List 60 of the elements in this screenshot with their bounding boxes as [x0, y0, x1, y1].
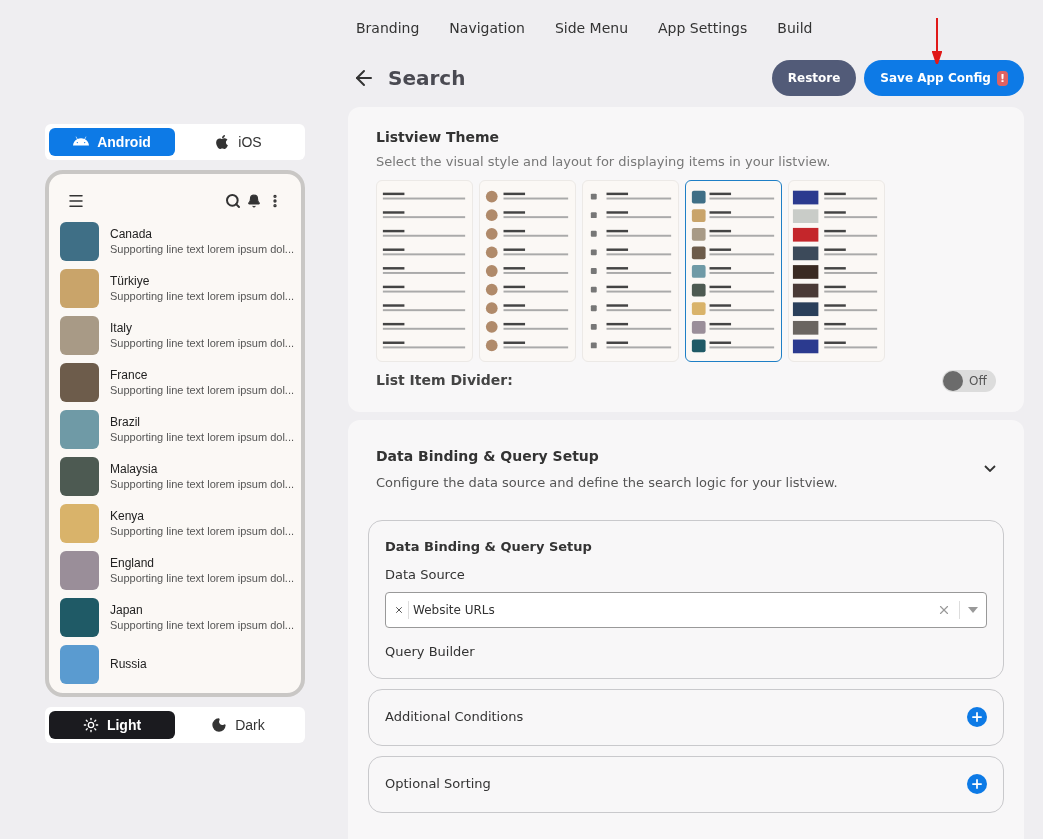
item-title: Brazil — [110, 415, 141, 430]
warning-badge: ! — [996, 70, 1008, 86]
section-title: Listview Theme — [376, 128, 501, 147]
panel-title: Data Binding & Query Setup — [385, 538, 593, 556]
item-title: England — [110, 556, 156, 571]
item-subtitle: Supporting line text lorem ipsum dol... — [110, 571, 295, 585]
toggle-tab[interactable]: Android — [49, 128, 175, 156]
collapsible-section[interactable]: Additional Conditions — [368, 688, 1004, 746]
selected-chip[interactable]: Website URLs — [394, 601, 495, 619]
item-subtitle: Supporting line text lorem ipsum dol... — [110, 289, 295, 303]
nav-tab[interactable]: Side Menu — [554, 18, 629, 52]
list-style-thumbnail[interactable] — [685, 179, 782, 362]
menu-icon[interactable] — [67, 192, 85, 210]
item-title: Japan — [110, 603, 144, 618]
toggle-tab[interactable]: iOS — [175, 128, 301, 156]
collapsible-section[interactable]: Optional Sorting — [368, 755, 1004, 813]
nav-tab[interactable]: Build — [777, 18, 813, 52]
item-title: Kenya — [110, 509, 146, 524]
item-title: Italy — [110, 321, 133, 336]
toggle-tab[interactable]: Dark — [175, 711, 301, 739]
item-subtitle: Supporting line text lorem ipsum dol... — [110, 242, 295, 256]
item-subtitle: Supporting line text lorem ipsum dol... — [110, 383, 295, 397]
item-subtitle: Supporting line text lorem ipsum dol... — [110, 336, 295, 350]
apple-icon — [214, 134, 231, 150]
collapse-toggle[interactable] — [984, 465, 996, 473]
field-label: Query Builder — [385, 643, 476, 661]
page-title: Search — [388, 65, 466, 92]
section-title: Data Binding & Query Setup — [376, 446, 600, 466]
nav-tab[interactable]: Navigation — [449, 18, 525, 52]
chevron-down-icon — [984, 465, 996, 473]
nav-tab[interactable]: Branding — [356, 18, 420, 52]
item-title: Russia — [110, 657, 147, 672]
section-description: Configure the data source and define the search logic for your listview. — [376, 473, 838, 492]
item-title: France — [110, 368, 149, 383]
data-source-select[interactable]: Website URLs — [385, 592, 987, 628]
bell-icon[interactable] — [247, 194, 261, 208]
item-subtitle: Supporting line text lorem ipsum dol... — [110, 477, 295, 491]
sun-icon — [82, 717, 99, 733]
item-subtitle: Supporting line text lorem ipsum dol... — [110, 524, 295, 538]
add-icon[interactable] — [967, 774, 987, 794]
item-title: Canada — [110, 227, 154, 242]
item-subtitle: Supporting line text lorem ipsum dol... — [110, 618, 295, 632]
item-subtitle: Supporting line text lorem ipsum dol... — [110, 430, 295, 444]
moon-icon — [211, 717, 228, 733]
divider-toggle[interactable]: Off — [942, 369, 996, 392]
field-label: Data Source — [385, 565, 466, 584]
item-title: Malaysia — [110, 462, 159, 477]
annotation-arrow — [932, 18, 942, 64]
restore-button[interactable]: Restore — [771, 60, 857, 96]
dropdown-caret-icon[interactable] — [968, 607, 978, 613]
save-button[interactable]: Save App Config ! — [864, 60, 1024, 96]
item-title: Türkiye — [110, 274, 151, 289]
clear-icon[interactable] — [937, 603, 951, 617]
nav-tab[interactable]: App Settings — [658, 18, 748, 52]
remove-icon[interactable] — [394, 605, 404, 615]
search-icon[interactable] — [225, 193, 241, 209]
add-icon[interactable] — [967, 707, 987, 727]
section-description: Select the visual style and layout for displaying items in your listview. — [376, 153, 832, 171]
divider-label: List Item Divider: — [376, 371, 513, 390]
toggle-tab[interactable]: Light — [49, 711, 175, 739]
